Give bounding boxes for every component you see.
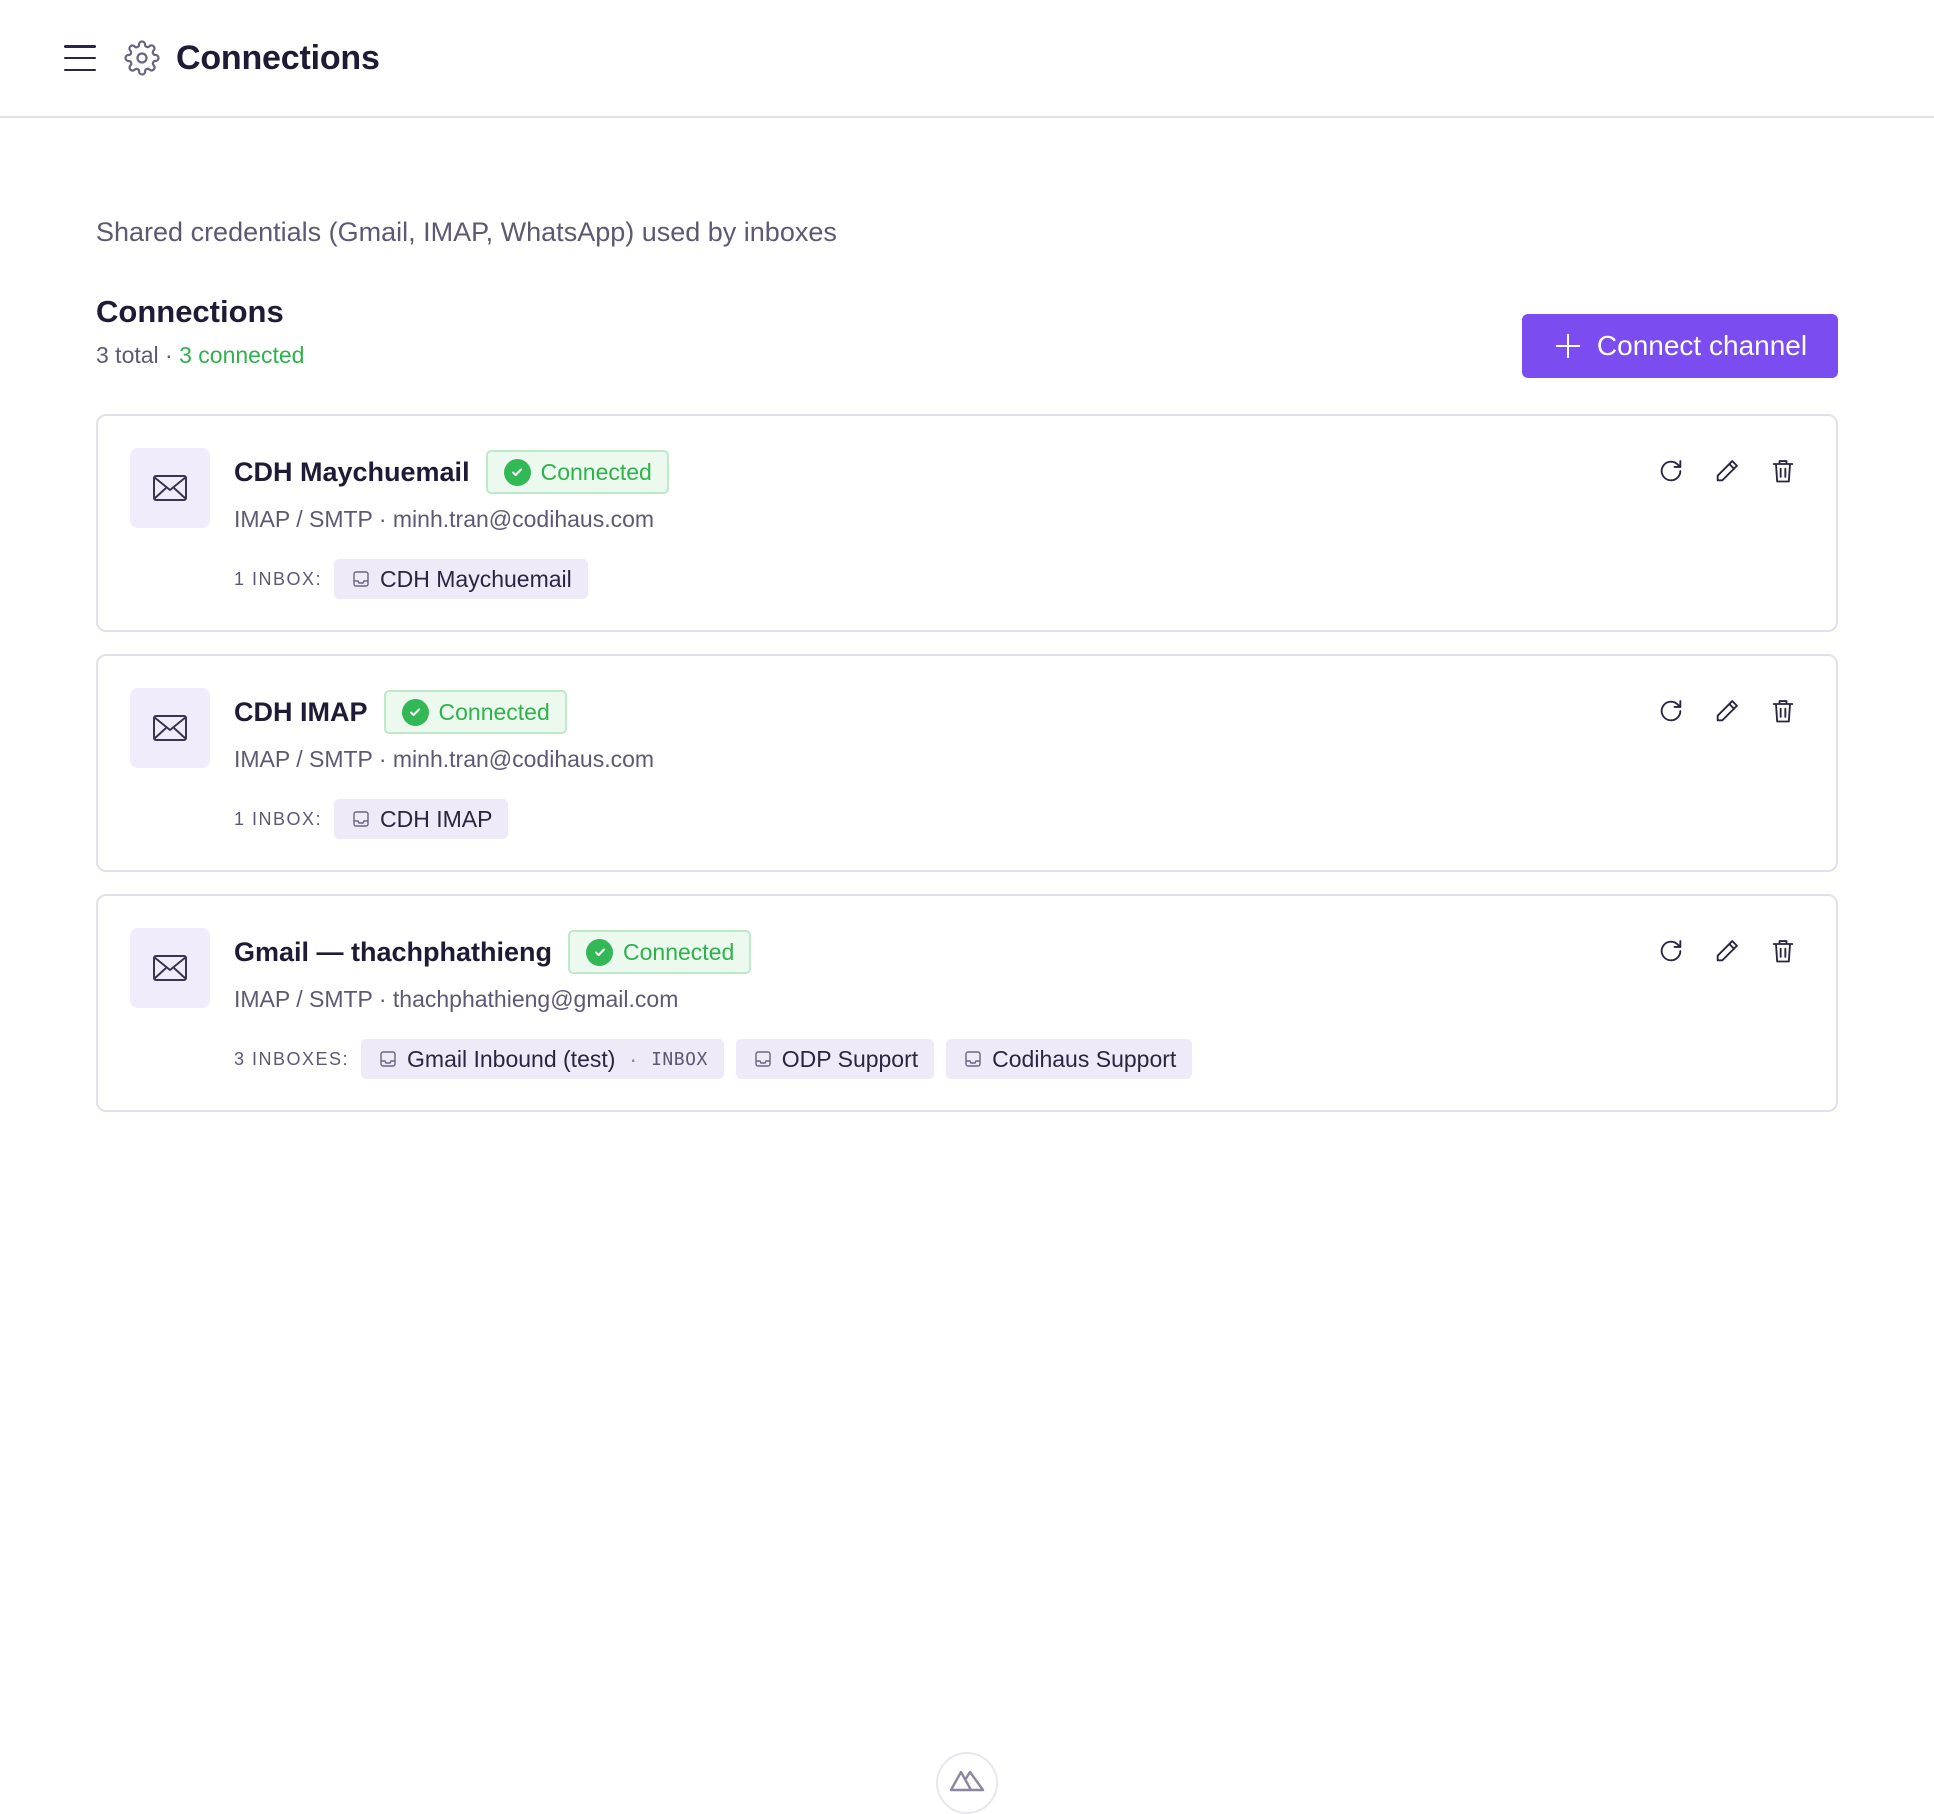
inbox-chip[interactable]: ODP Support [735, 1039, 935, 1079]
inbox-name: Gmail Inbound (test) [407, 1045, 616, 1072]
top-bar: Connections [0, 0, 1934, 118]
inbox-chip[interactable]: Gmail Inbound (test) · INBOX [361, 1039, 724, 1079]
connection-details: Gmail — thachphathieng Connected IMAP / … [234, 928, 1816, 1079]
inbox-icon [755, 1051, 771, 1067]
inbox-name: CDH Maychuemail [380, 565, 572, 592]
main-content: Shared credentials (Gmail, IMAP, WhatsAp… [96, 118, 1838, 1134]
inbox-row: 1 INBOX: CDH IMAP [234, 799, 1816, 839]
plus-icon [1555, 333, 1581, 359]
connection-meta: IMAP / SMTP · minh.tran@codihaus.com [234, 746, 655, 772]
card-actions [1656, 696, 1798, 726]
card-actions [1656, 456, 1798, 486]
connection-name: CDH Maychuemail [234, 456, 470, 487]
status-badge: Connected [485, 450, 669, 494]
inbox-icon [353, 571, 369, 587]
inbox-row: 1 INBOX: CDH Maychuemail [234, 559, 1816, 599]
trash-icon[interactable] [1768, 456, 1798, 486]
mail-icon [130, 448, 210, 528]
inbox-folder: INBOX [651, 1048, 708, 1070]
status-badge: Connected [383, 690, 567, 734]
status-label: Connected [438, 698, 550, 725]
pencil-icon[interactable] [1712, 456, 1742, 486]
inbox-icon [380, 1051, 396, 1067]
connection-name: CDH IMAP [234, 696, 368, 727]
total-count: 3 total [96, 342, 159, 368]
connect-channel-label: Connect channel [1596, 330, 1808, 361]
inbox-row: 3 INBOXES: Gmail Inbound (test) · INBOX … [234, 1039, 1816, 1079]
inbox-name: CDH IMAP [380, 805, 493, 832]
refresh-icon[interactable] [1656, 696, 1686, 726]
mail-icon [130, 928, 210, 1008]
status-label: Connected [540, 458, 652, 485]
inbox-count-label: 3 INBOXES: [234, 1048, 350, 1069]
pencil-icon[interactable] [1712, 696, 1742, 726]
connection-meta: IMAP / SMTP · minh.tran@codihaus.com [234, 506, 655, 532]
inbox-folder-separator: · [629, 1045, 638, 1072]
trash-icon[interactable] [1768, 936, 1798, 966]
refresh-icon[interactable] [1656, 456, 1686, 486]
connect-channel-button[interactable]: Connect channel [1522, 314, 1838, 378]
inbox-count-label: 1 INBOX: [234, 568, 323, 589]
connection-card: CDH IMAP Connected IMAP / SMTP · minh.tr… [96, 654, 1838, 872]
card-actions [1656, 936, 1798, 966]
connected-count: 3 connected [179, 342, 305, 368]
inbox-count-label: 1 INBOX: [234, 808, 323, 829]
inbox-chip[interactable]: CDH IMAP [334, 799, 509, 839]
title-row: CDH IMAP Connected [234, 688, 1816, 736]
pencil-icon[interactable] [1712, 936, 1742, 966]
check-circle-icon [503, 458, 531, 486]
nuxt-logo-icon[interactable] [936, 1752, 998, 1814]
connection-name: Gmail — thachphathieng [234, 936, 553, 967]
connection-list: CDH Maychuemail Connected IMAP / SMTP · … [96, 414, 1838, 1112]
inbox-chip[interactable]: Codihaus Support [946, 1039, 1193, 1079]
count-separator: · [165, 342, 173, 368]
inbox-name: Codihaus Support [992, 1045, 1177, 1072]
title-row: CDH Maychuemail Connected [234, 448, 1816, 496]
title-row: Gmail — thachphathieng Connected [234, 928, 1816, 976]
status-badge: Connected [568, 930, 752, 974]
menu-icon[interactable] [64, 45, 96, 71]
trash-icon[interactable] [1768, 696, 1798, 726]
connection-card: CDH Maychuemail Connected IMAP / SMTP · … [96, 414, 1838, 632]
refresh-icon[interactable] [1656, 936, 1686, 966]
inbox-icon [965, 1051, 981, 1067]
gear-icon [124, 40, 160, 76]
inbox-chip[interactable]: CDH Maychuemail [334, 559, 588, 599]
connection-details: CDH Maychuemail Connected IMAP / SMTP · … [234, 448, 1816, 599]
page-subtitle: Shared credentials (Gmail, IMAP, WhatsAp… [96, 217, 837, 247]
connection-card: Gmail — thachphathieng Connected IMAP / … [96, 894, 1838, 1112]
mail-icon [130, 688, 210, 768]
check-circle-icon [586, 938, 614, 966]
status-label: Connected [623, 938, 735, 965]
connection-meta: IMAP / SMTP · thachphathieng@gmail.com [234, 986, 679, 1012]
page-title: Connections [176, 38, 380, 77]
connection-details: CDH IMAP Connected IMAP / SMTP · minh.tr… [234, 688, 1816, 839]
inbox-name: ODP Support [781, 1045, 919, 1072]
inbox-icon [353, 811, 369, 827]
check-circle-icon [401, 698, 429, 726]
section-header: Connections 3 total · 3 connected Connec… [96, 294, 1838, 404]
